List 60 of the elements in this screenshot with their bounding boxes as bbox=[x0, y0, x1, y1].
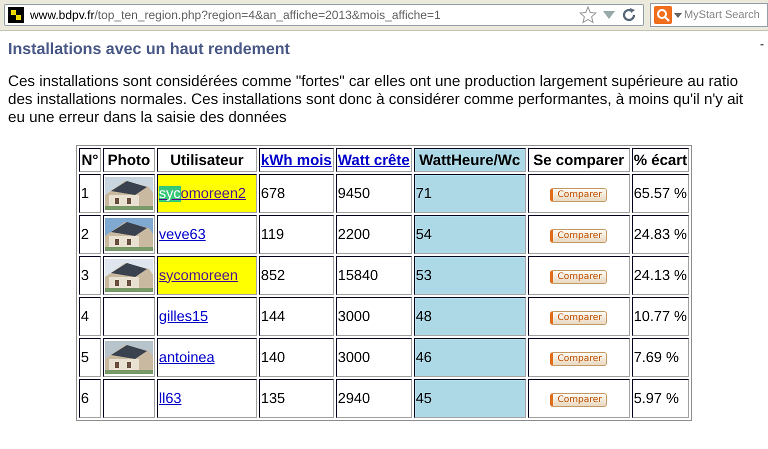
corner-mark: - bbox=[760, 37, 764, 51]
star-icon[interactable] bbox=[579, 6, 597, 24]
user-link[interactable]: gilles15 bbox=[158, 308, 208, 324]
search-placeholder: MyStart Search bbox=[684, 9, 760, 21]
intro-paragraph: Ces installations sont considérées comme "fortes" car elles ont une production largement supérieure au ratio des installations normales. Ces installations sont donc à considérer comme performantes, à moins qu'il n'y ait eu une erreur dans la saisie des données bbox=[8, 73, 744, 127]
table-cell: 5.97 % bbox=[632, 379, 690, 418]
caret-icon[interactable] bbox=[674, 12, 682, 18]
table-cell: 144 bbox=[258, 297, 334, 336]
compare-button[interactable]: Comparer bbox=[550, 188, 607, 202]
table-cell: 2940 bbox=[336, 379, 412, 418]
table-cell: 10.77 % bbox=[632, 297, 690, 336]
user-link[interactable]: ll63 bbox=[158, 390, 182, 406]
table-cell: 3 bbox=[78, 256, 101, 295]
table-cell: 2 bbox=[78, 215, 101, 254]
page-title: Installations avec un haut rendement bbox=[8, 41, 290, 59]
site-logo-icon bbox=[8, 7, 24, 23]
table-cell: 135 bbox=[258, 379, 334, 418]
table-cell: 5 bbox=[78, 338, 101, 377]
table-cell: 71 bbox=[414, 174, 526, 213]
compare-button[interactable]: Comparer bbox=[550, 229, 607, 243]
table-cell: 46 bbox=[414, 338, 526, 377]
table-cell: 852 bbox=[258, 256, 334, 295]
table-cell: 54 bbox=[414, 215, 526, 254]
table-cell: 140 bbox=[258, 338, 334, 377]
search-field[interactable]: MyStart Search bbox=[650, 3, 768, 27]
table-cell: 53 bbox=[414, 256, 526, 295]
column-header: WattHeure/Wc bbox=[419, 152, 520, 168]
table-cell: 7.69 % bbox=[632, 338, 690, 377]
search-icon bbox=[654, 6, 672, 24]
table-cell: 4 bbox=[78, 297, 101, 336]
column-header: Utilisateur bbox=[170, 152, 244, 168]
table-cell: 3000 bbox=[336, 338, 412, 377]
compare-button[interactable]: Comparer bbox=[550, 352, 607, 366]
url-text: www.bdpv.fr/top_ten_region.php?region=4&an_affiche=2013&mois_affiche=1 bbox=[30, 8, 442, 22]
column-header: % écart bbox=[634, 152, 688, 168]
compare-button[interactable]: Comparer bbox=[550, 311, 607, 325]
reload-icon[interactable] bbox=[621, 7, 637, 23]
table-cell: 48 bbox=[414, 297, 526, 336]
table-cell: 24.13 % bbox=[632, 256, 690, 295]
table-cell: 24.83 % bbox=[632, 215, 690, 254]
table-cell: 678 bbox=[258, 174, 334, 213]
table-cell: 1 bbox=[78, 174, 101, 213]
table-cell: 45 bbox=[414, 379, 526, 418]
user-link[interactable]: sycomoreen bbox=[158, 268, 238, 284]
table-cell: 65.57 % bbox=[632, 174, 690, 213]
column-header: N° bbox=[81, 152, 98, 168]
table-cell: 6 bbox=[78, 379, 101, 418]
table-cell: 3000 bbox=[336, 297, 412, 336]
column-header: Photo bbox=[108, 152, 150, 168]
address-bar[interactable]: www.bdpv.fr/top_ten_region.php?region=4&an_affiche=2013&mois_affiche=1 bbox=[4, 4, 644, 26]
user-link[interactable]: veve63 bbox=[158, 226, 206, 242]
user-link[interactable]: antoinea bbox=[158, 350, 215, 366]
compare-button[interactable]: Comparer bbox=[550, 393, 607, 407]
user-link[interactable]: sycomoreen2 bbox=[158, 186, 246, 202]
table-cell: 119 bbox=[258, 215, 334, 254]
table-cell: 15840 bbox=[336, 256, 412, 295]
table-cell: 2200 bbox=[336, 215, 412, 254]
table-cell: 9450 bbox=[336, 174, 412, 213]
column-header: Se comparer bbox=[533, 152, 624, 168]
compare-button[interactable]: Comparer bbox=[550, 270, 607, 284]
